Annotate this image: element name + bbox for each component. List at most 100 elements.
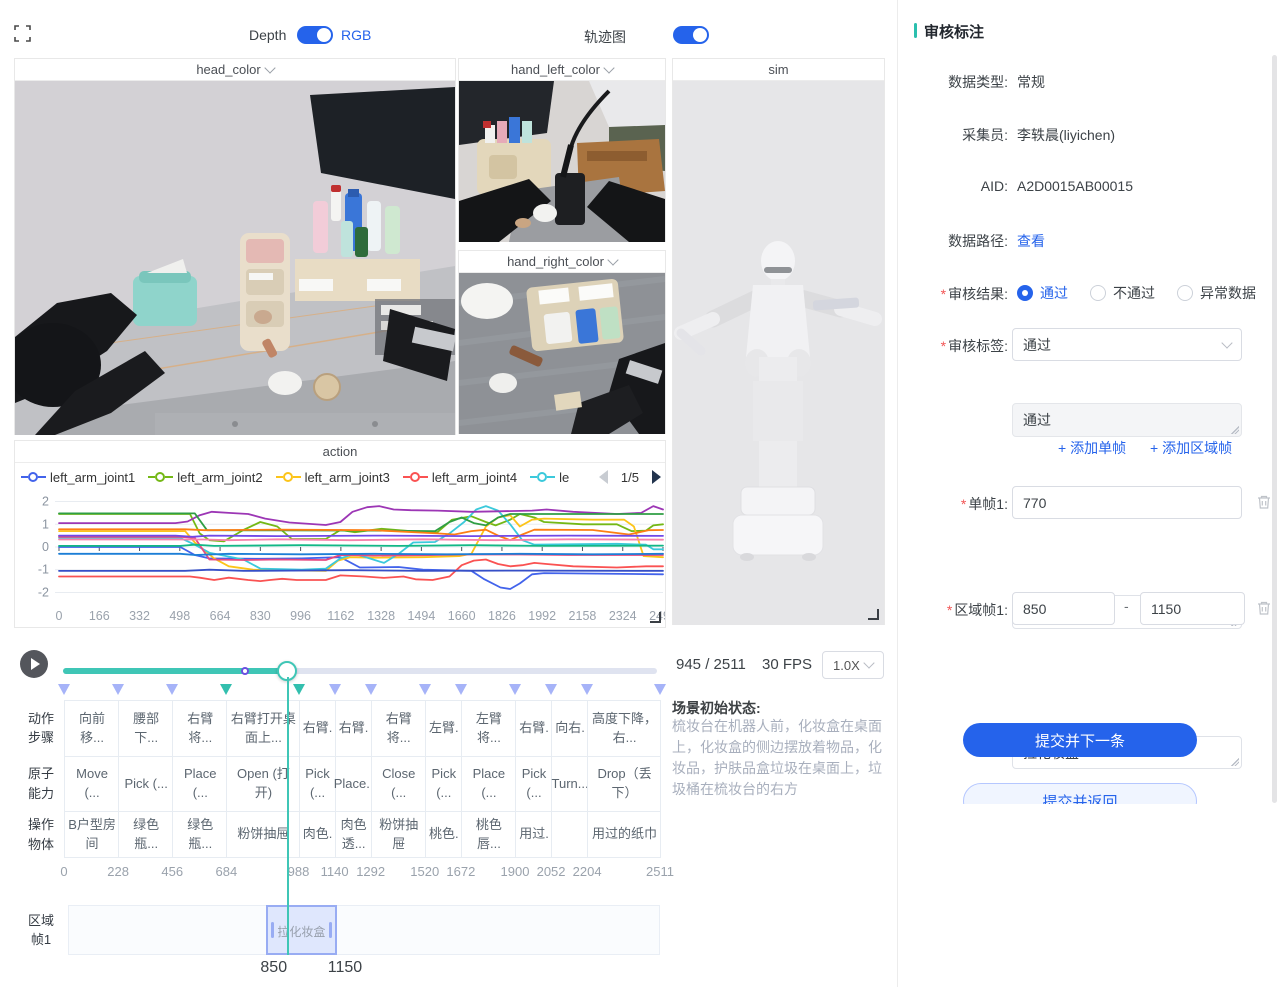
legend-item[interactable]: left_arm_joint4 [403,470,517,485]
radio-option-fail[interactable]: 不通过 [1090,283,1155,303]
add-single-frame-link[interactable]: + 添加单帧 [1058,438,1126,458]
object-cell[interactable]: B户型房间 [65,811,119,858]
step-cell[interactable]: 向右. [552,700,588,756]
review-tag-note[interactable]: 通过 [1012,403,1242,437]
timeline-marker-icon[interactable] [220,684,232,695]
step-column[interactable]: 高度下降，右...Drop（丢下）用过的纸巾 [587,700,661,858]
radio-option-abnormal[interactable]: 异常数据 [1177,283,1256,303]
object-cell[interactable]: 桃色唇... [462,811,516,858]
step-column[interactable]: 右臂.Pick (...用过. [515,700,552,858]
step-cell[interactable]: 左臂. [426,700,462,756]
timeline-marker-icon[interactable] [293,684,305,695]
step-column[interactable]: 向右.Turn... [551,700,588,858]
fps-label: 30 FPS [762,656,812,673]
speed-select[interactable]: 1.0X [822,651,884,679]
object-cell[interactable]: 绿色瓶... [119,811,173,858]
radio-option-pass[interactable]: 通过 [1017,283,1068,303]
step-cell[interactable]: 腰部下... [119,700,173,756]
step-column[interactable]: 右臂将...Place (...绿色瓶... [172,700,227,858]
legend-item[interactable]: le [530,470,569,485]
step-cell[interactable]: 高度下降，右... [588,700,661,756]
legend-label: left_arm_joint2 [177,470,262,485]
timeline-marker-icon[interactable] [654,684,666,695]
object-cell[interactable]: 肉色透... [336,811,372,858]
data-path-link[interactable]: 查看 [1017,231,1045,251]
object-cell[interactable]: 粉饼抽屉 [372,811,426,858]
skill-cell[interactable]: Turn... [552,756,588,811]
timeline-marker-icon[interactable] [58,684,70,695]
step-cell[interactable]: 右臂. [336,700,372,756]
resize-corner-icon[interactable] [868,609,879,620]
skill-cell[interactable]: Place.. [336,756,372,811]
step-cell[interactable]: 右臂将... [372,700,426,756]
timeline-marker-icon[interactable] [419,684,431,695]
step-cell[interactable]: 右臂将... [173,700,227,756]
timeline-marker-icon[interactable] [365,684,377,695]
timeline-marker-icon[interactable] [329,684,341,695]
step-column[interactable]: 右臂.Place..肉色透... [335,700,372,858]
submit-next-button[interactable]: 提交并下一条 [963,723,1197,757]
action-plot[interactable]: 210-1-2016633249866483099611621328149416… [15,487,665,627]
skill-cell[interactable]: Move (... [65,756,119,811]
skill-cell[interactable]: Pick (... [300,756,336,811]
skill-cell[interactable]: Pick (... [516,756,552,811]
frame-axis-label: 1672 [446,864,475,879]
step-column[interactable]: 右臂将...Close (...粉饼抽屉 [371,700,426,858]
skill-cell[interactable]: Pick (... [426,756,462,811]
trajectory-toggle[interactable] [673,26,709,44]
step-column[interactable]: 向前移...Move (...B户型房间 [64,700,119,858]
step-column[interactable]: 腰部下...Pick (...绿色瓶... [118,700,173,858]
skill-cell[interactable]: Pick (... [119,756,173,811]
legend-item[interactable]: left_arm_joint2 [148,470,262,485]
skill-cell[interactable]: Place (... [173,756,227,811]
timeline-marker-icon[interactable] [509,684,521,695]
step-cell[interactable]: 向前移... [65,700,119,756]
depth-rgb-toggle[interactable] [297,26,333,44]
object-cell[interactable]: 绿色瓶... [173,811,227,858]
object-cell[interactable] [552,811,588,858]
fullscreen-icon[interactable] [14,25,31,42]
step-cell[interactable]: 左臂将... [462,700,516,756]
timeline-marker-icon[interactable] [545,684,557,695]
object-cell[interactable]: 用过. [516,811,552,858]
resize-corner-icon[interactable] [650,612,661,623]
skill-cell[interactable]: Drop（丢下） [588,756,661,811]
resize-grip-icon[interactable] [1231,758,1239,766]
legend-next-icon[interactable] [652,470,661,484]
step-cell[interactable]: 右臂. [300,700,336,756]
single-frame-input[interactable]: 770 [1012,486,1242,519]
delete-region-frame-icon[interactable] [1256,600,1272,616]
svg-text:-2: -2 [38,585,49,599]
skill-cell[interactable]: Close (... [372,756,426,811]
timeline-marker-icon[interactable] [581,684,593,695]
step-cell[interactable]: 右臂. [516,700,552,756]
timeline-marker-icon[interactable] [166,684,178,695]
sim-image[interactable] [673,81,884,625]
hand-right-header[interactable]: hand_right_color [459,251,665,273]
hand-left-header[interactable]: hand_left_color [459,59,665,81]
region-end-input[interactable]: 1150 [1140,592,1245,625]
region-track-box[interactable] [68,905,660,955]
delete-single-frame-icon[interactable] [1256,494,1272,510]
region-start-input[interactable]: 850 [1012,592,1115,625]
step-column[interactable]: 左臂将...Place (...桃色唇... [461,700,516,858]
object-cell[interactable]: 桃色. [426,811,462,858]
legend-item[interactable]: left_arm_joint1 [21,470,135,485]
object-cell[interactable]: 肉色. [300,811,336,858]
legend-prev-icon[interactable] [599,470,608,484]
head-color-header[interactable]: head_color [15,59,455,81]
review-tag-select[interactable]: 通过 [1012,328,1242,361]
step-column[interactable]: 左臂.Pick (...桃色. [425,700,462,858]
panel-scrollbar[interactable] [1272,55,1277,803]
resize-grip-icon[interactable] [1231,426,1239,434]
add-region-frame-link[interactable]: + 添加区域帧 [1150,438,1232,458]
step-column[interactable]: 右臂.Pick (...肉色. [299,700,336,858]
timeline-marker-icon[interactable] [112,684,124,695]
play-button[interactable] [20,650,48,678]
submit-back-button[interactable]: 提交并返回 [963,783,1197,804]
skill-cell[interactable]: Place (... [462,756,516,811]
legend-item[interactable]: left_arm_joint3 [276,470,390,485]
region-segment[interactable]: 拉化妆盒 [266,905,337,955]
timeline-marker-icon[interactable] [455,684,467,695]
object-cell[interactable]: 用过的纸巾 [588,811,661,858]
